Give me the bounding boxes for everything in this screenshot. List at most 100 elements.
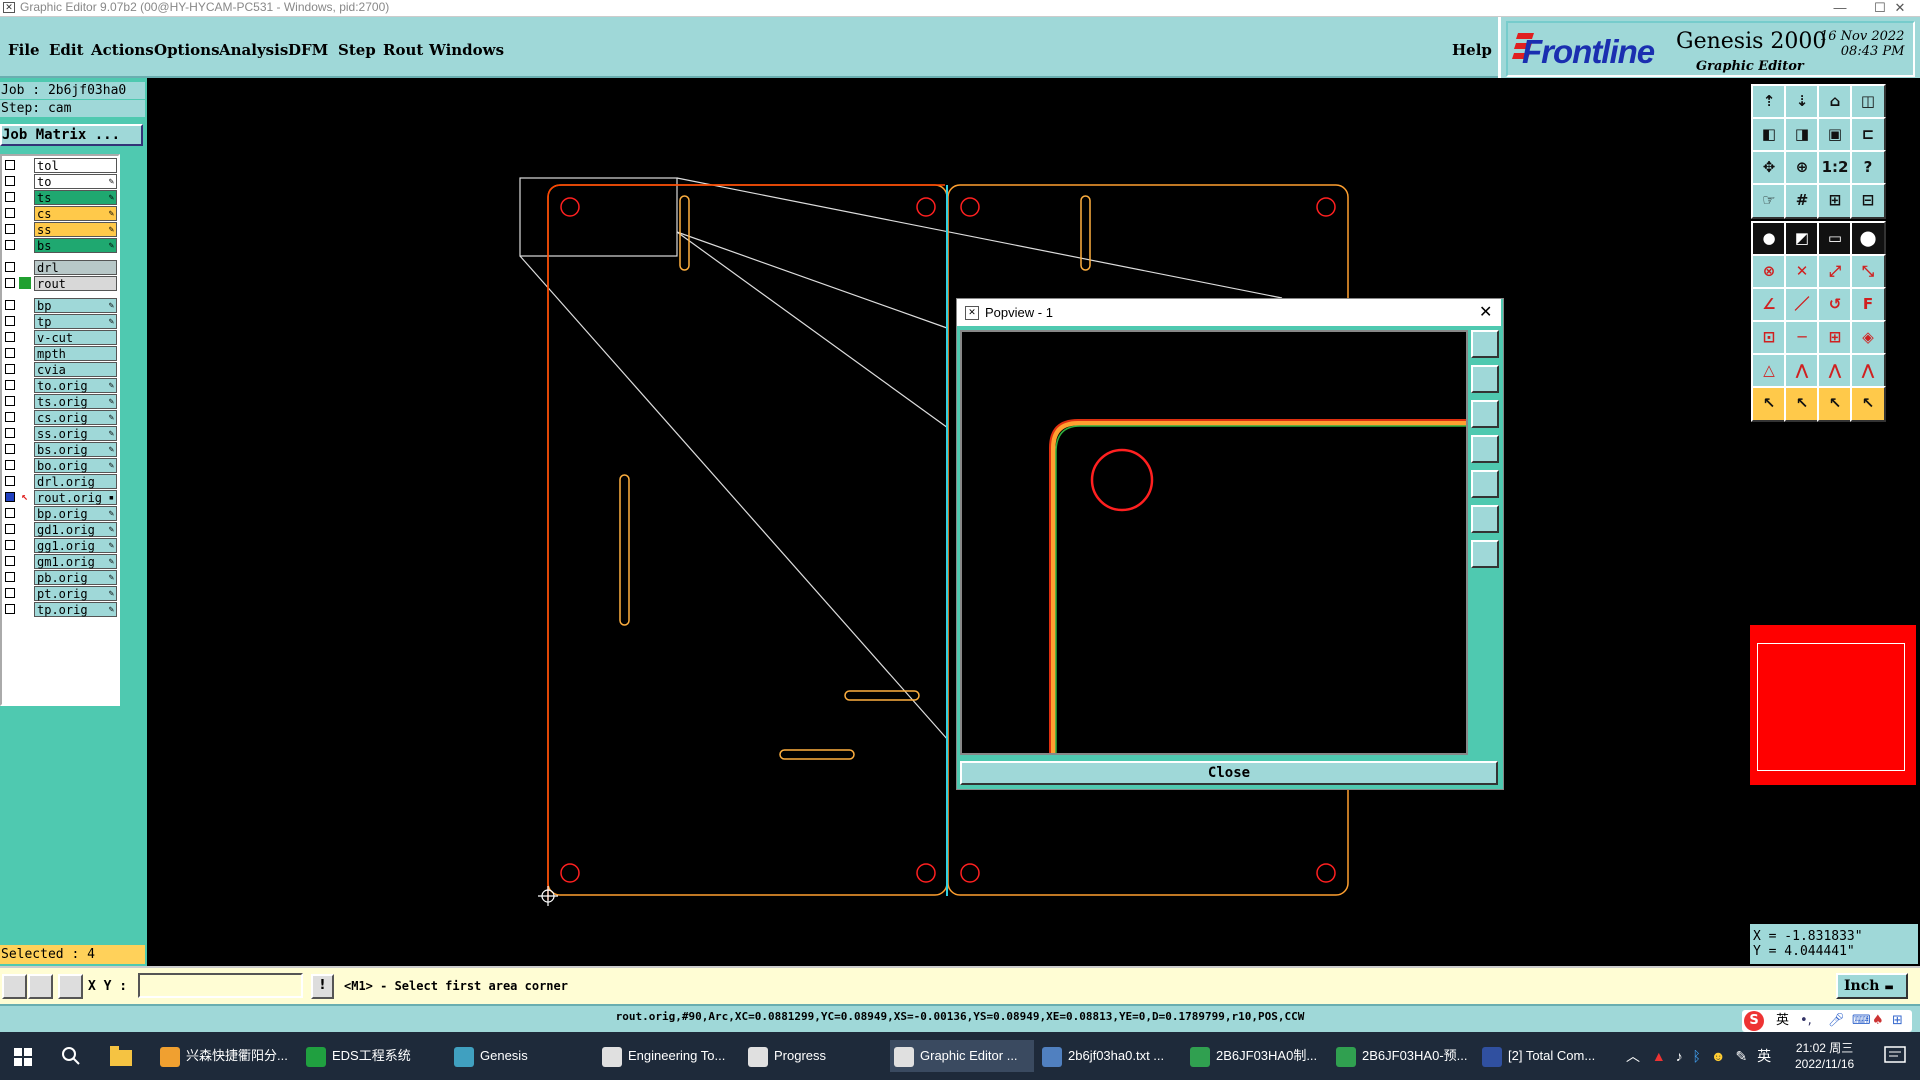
layer-checkbox[interactable] — [5, 192, 15, 202]
popview-tool-left[interactable] — [1471, 435, 1499, 463]
ime-skin-icon[interactable]: ♠ — [1872, 1010, 1884, 1032]
notification-icon[interactable] — [1884, 1046, 1906, 1066]
layer-name[interactable]: gm1.orig ✎ — [34, 554, 117, 569]
layer-checkbox[interactable] — [5, 396, 15, 406]
layer-row-bp[interactable]: bp ✎ — [2, 298, 118, 313]
tool-add-pad-button[interactable]: ⊡ — [1751, 320, 1787, 356]
layer-name[interactable]: bs.orig ✎ — [34, 442, 117, 457]
snap-tool-button[interactable] — [2, 974, 27, 999]
layer-row-tp-orig[interactable]: tp.orig ✎ — [2, 602, 118, 617]
alert-button[interactable]: ! — [311, 974, 334, 999]
layer-name[interactable]: drl.orig — [34, 474, 117, 489]
tool-select-4-button[interactable]: ↖ — [1850, 386, 1886, 422]
layer-name[interactable]: mpth — [34, 346, 117, 361]
layer-row-ts-orig[interactable]: ts.orig ✎ — [2, 394, 118, 409]
layer-checkbox[interactable] — [5, 364, 15, 374]
tool-divide-button[interactable]: ─ — [1784, 320, 1820, 356]
layer-row-pb-orig[interactable]: pb.orig ✎ — [2, 570, 118, 585]
layer-row-bp-orig[interactable]: bp.orig ✎ — [2, 506, 118, 521]
menu-windows[interactable]: Windows — [429, 41, 504, 59]
layer-row-ts[interactable]: ts ✎ — [2, 190, 118, 205]
popview-tool-zoom-out[interactable] — [1471, 540, 1499, 568]
ime-lang[interactable]: 英 — [1757, 1048, 1771, 1064]
overview-panel[interactable] — [1750, 625, 1916, 785]
tool-grid-button[interactable]: # — [1784, 183, 1820, 219]
windows-start-icon[interactable] — [14, 1048, 32, 1066]
tool-scale-button[interactable]: 1:2 — [1817, 150, 1853, 186]
tool-pan-button[interactable]: ☞ — [1751, 183, 1787, 219]
tool-net-2-button[interactable]: ⊟ — [1850, 183, 1886, 219]
menu-help[interactable]: Help — [1452, 41, 1492, 59]
pen-icon[interactable]: ✎ — [1735, 1048, 1747, 1064]
layer-checkbox[interactable] — [5, 588, 15, 598]
layer-name[interactable]: pb.orig ✎ — [34, 570, 117, 585]
grid-tool-button[interactable] — [58, 974, 83, 999]
close-window-button[interactable]: ✕ — [1880, 0, 1920, 16]
tool-connect-button[interactable]: ⤢ — [1817, 254, 1853, 290]
menu-actions[interactable]: Actions — [91, 41, 154, 59]
layer-name[interactable]: to ✎ — [34, 174, 117, 189]
tool-text-button[interactable]: F — [1850, 287, 1886, 323]
tool-zoom-center-button[interactable]: ⊕ — [1784, 150, 1820, 186]
tool-select-3-button[interactable]: ↖ — [1817, 386, 1853, 422]
tool-select-button[interactable]: ↖ — [1751, 386, 1787, 422]
tool-snap-button[interactable]: ⊏ — [1850, 117, 1886, 153]
menu-file[interactable]: File — [8, 41, 40, 59]
layer-row-cvia[interactable]: cvia — [2, 362, 118, 377]
layer-checkbox[interactable] — [5, 572, 15, 582]
layer-checkbox[interactable] — [5, 460, 15, 470]
ime-keyboard-icon[interactable]: ⌨ — [1852, 1010, 1871, 1032]
tool-cross-button[interactable]: ✕ — [1784, 254, 1820, 290]
tool-query-button[interactable]: ? — [1850, 150, 1886, 186]
layer-name[interactable]: cs ✎ — [34, 206, 117, 221]
file-explorer-icon[interactable] — [110, 1046, 132, 1066]
menu-edit[interactable]: Edit — [49, 41, 84, 59]
layer-row-pt-orig[interactable]: pt.orig ✎ — [2, 586, 118, 601]
tool-panels-button[interactable]: ◫ — [1850, 84, 1886, 120]
tool-triangle-button[interactable]: △ — [1751, 353, 1787, 389]
layer-checkbox[interactable] — [5, 508, 15, 518]
tool-pad-button[interactable]: ● — [1751, 221, 1787, 257]
menu-dfm[interactable]: DFM — [288, 41, 328, 59]
layer-name[interactable]: ss.orig ✎ — [34, 426, 117, 441]
layer-row-rout-orig[interactable]: ↖ rout.orig ▪ — [2, 490, 118, 505]
layer-checkbox[interactable] — [5, 224, 15, 234]
popview-tool-fit[interactable] — [1471, 330, 1499, 358]
layer-name[interactable]: gd1.orig ✎ — [34, 522, 117, 537]
layer-checkbox[interactable] — [5, 556, 15, 566]
layer-checkbox[interactable] — [5, 332, 15, 342]
layer-row-to[interactable]: to ✎ — [2, 174, 118, 189]
popview-tool-right[interactable] — [1471, 470, 1499, 498]
ime-toolbar[interactable]: S 英 •, 🎤︎ ⌨ ♠ ⊞ — [1742, 1010, 1912, 1032]
layer-checkbox[interactable] — [5, 240, 15, 250]
tool-layer-down-button[interactable]: ⇣ — [1784, 84, 1820, 120]
layer-row-tp[interactable]: tp ✎ — [2, 314, 118, 329]
taskbar-task[interactable]: Progress — [744, 1040, 888, 1072]
tool-fit-button[interactable]: ▣ — [1817, 117, 1853, 153]
layer-checkbox[interactable] — [5, 444, 15, 454]
layer-name[interactable]: pt.orig ✎ — [34, 586, 117, 601]
tool-angle-button[interactable]: ∠ — [1751, 287, 1787, 323]
layer-checkbox[interactable] — [5, 348, 15, 358]
layer-row-gd1-orig[interactable]: gd1.orig ✎ — [2, 522, 118, 537]
layer-name[interactable]: tol — [34, 158, 117, 173]
tool-move-left-button[interactable]: ◧ — [1751, 117, 1787, 153]
taskbar-task[interactable]: 兴森快捷衢阳分... — [156, 1040, 300, 1072]
menu-rout[interactable]: Rout — [383, 41, 423, 59]
layer-name[interactable]: tp.orig ✎ — [34, 602, 117, 617]
layer-checkbox[interactable] — [5, 300, 15, 310]
tool-net-button[interactable]: ⊞ — [1817, 183, 1853, 219]
graphic-canvas[interactable] — [147, 78, 1747, 966]
taskbar-task[interactable]: EDS工程系统 — [302, 1040, 446, 1072]
layer-name[interactable]: to.orig ✎ — [34, 378, 117, 393]
popview-close-icon[interactable]: ✕ — [1479, 299, 1492, 326]
tray-smile-icon[interactable]: ☻ — [1711, 1048, 1726, 1064]
layer-row-bs-orig[interactable]: bs.orig ✎ — [2, 442, 118, 457]
layer-name[interactable]: bo.orig ✎ — [34, 458, 117, 473]
layer-checkbox[interactable] — [5, 524, 15, 534]
tool-connect-2-button[interactable]: ⤡ — [1850, 254, 1886, 290]
tool-round-pad-button[interactable]: ⬤ — [1850, 221, 1886, 257]
layer-row-tol[interactable]: tol — [2, 158, 118, 173]
taskbar-task[interactable]: 2b6jf03ha0.txt ... — [1038, 1040, 1182, 1072]
popview-tool-up[interactable] — [1471, 365, 1499, 393]
